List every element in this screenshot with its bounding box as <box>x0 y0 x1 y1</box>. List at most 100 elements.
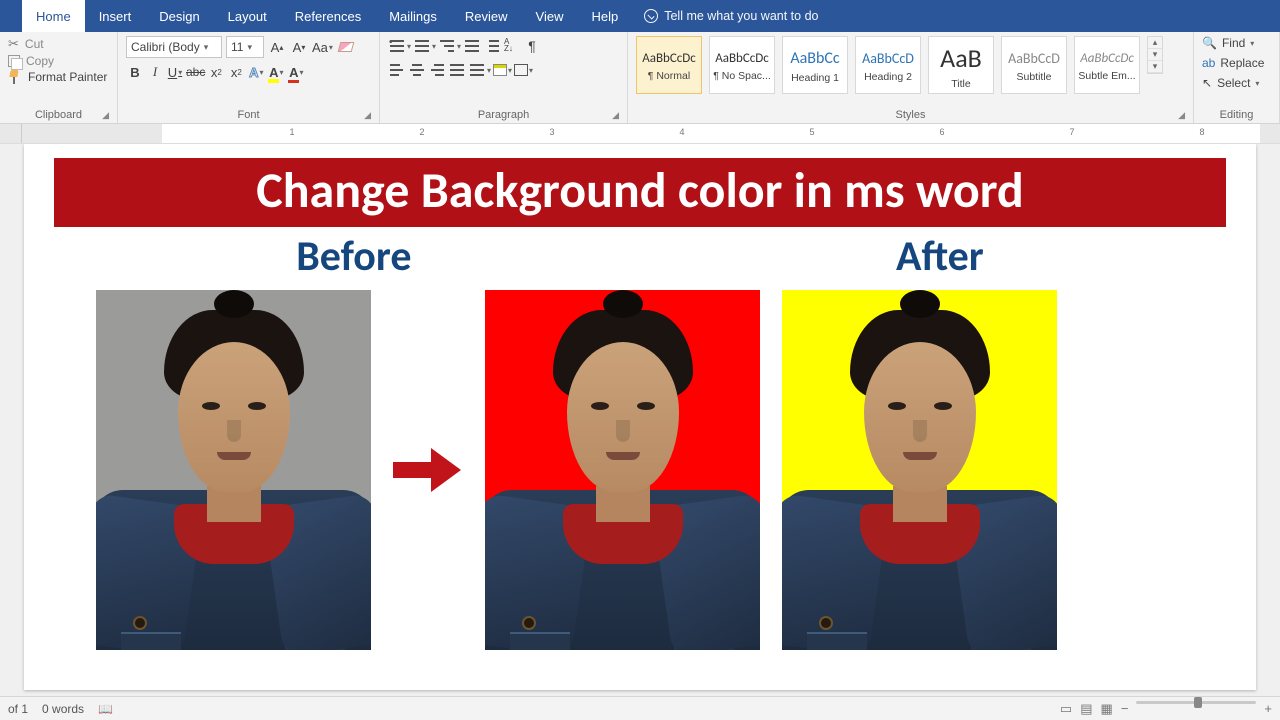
sort-icon <box>503 38 521 54</box>
bullets-icon <box>388 38 406 54</box>
align-center-button[interactable] <box>408 60 426 80</box>
format-painter-button[interactable]: Format Painter <box>8 70 107 84</box>
change-case-button[interactable]: Aa▾ <box>312 37 333 57</box>
page: Change Background color in ms word Befor… <box>24 144 1256 690</box>
grow-font-button[interactable]: A▴ <box>268 37 286 57</box>
tab-insert[interactable]: Insert <box>85 0 146 32</box>
horizontal-ruler[interactable]: 12345678 <box>0 124 1280 144</box>
tab-layout[interactable]: Layout <box>214 0 281 32</box>
style-card[interactable]: AaBbCcDSubtitle <box>1001 36 1067 94</box>
tab-help[interactable]: Help <box>577 0 632 32</box>
shading-button[interactable]: ▾ <box>493 60 512 80</box>
group-label: Editing <box>1202 107 1271 121</box>
align-left-icon <box>388 62 406 78</box>
bold-button[interactable]: B <box>126 62 144 82</box>
ribbon: ✂Cut Copy Format Painter Clipboard◢ Cali… <box>0 32 1280 124</box>
align-right-button[interactable] <box>428 60 446 80</box>
underline-button[interactable]: U▾ <box>166 62 184 82</box>
tab-review[interactable]: Review <box>451 0 522 32</box>
line-spacing-icon <box>468 62 486 78</box>
highlight-button[interactable]: A▾ <box>267 62 285 82</box>
style-card[interactable]: AaBbCcDHeading 2 <box>855 36 921 94</box>
decrease-indent-button[interactable] <box>463 36 481 56</box>
numbering-button[interactable]: ▾ <box>413 36 436 56</box>
page-indicator[interactable]: of 1 <box>8 702 28 716</box>
shrink-font-button[interactable]: A▾ <box>290 37 308 57</box>
tab-design[interactable]: Design <box>145 0 213 32</box>
align-left-button[interactable] <box>388 60 406 80</box>
paintbrush-icon <box>8 70 22 84</box>
clear-formatting-button[interactable] <box>337 37 355 57</box>
increase-indent-button[interactable] <box>483 36 501 56</box>
select-button[interactable]: ↖Select▾ <box>1202 76 1259 90</box>
style-card[interactable]: AaBbCcDc¶ No Spac... <box>709 36 775 94</box>
tell-me-search[interactable]: Tell me what you want to do <box>632 0 830 32</box>
replace-icon: ab <box>1202 56 1215 70</box>
cursor-icon: ↖ <box>1202 76 1212 90</box>
dialog-launcher-icon[interactable]: ◢ <box>1178 110 1185 121</box>
strikethrough-button[interactable]: abc <box>186 62 205 82</box>
outdent-icon <box>463 38 481 54</box>
tab-home[interactable]: Home <box>22 0 85 32</box>
styles-gallery[interactable]: AaBbCcDc¶ NormalAaBbCcDc¶ No Spac...AaBb… <box>636 36 1185 94</box>
group-label: Styles◢ <box>636 107 1185 121</box>
font-name-select[interactable]: Calibri (Body▾ <box>126 36 222 58</box>
justify-button[interactable] <box>448 60 466 80</box>
copy-icon <box>8 55 20 67</box>
replace-button[interactable]: abReplace <box>1202 56 1264 70</box>
document-viewport[interactable]: Change Background color in ms word Befor… <box>0 144 1280 696</box>
tab-view[interactable]: View <box>522 0 578 32</box>
dialog-launcher-icon[interactable]: ◢ <box>612 110 619 121</box>
photo-after-yellow <box>782 290 1057 650</box>
copy-button[interactable]: Copy <box>8 54 107 68</box>
style-card[interactable]: AaBbCcHeading 1 <box>782 36 848 94</box>
photo-after-red <box>485 290 760 650</box>
photo-before <box>96 290 371 650</box>
style-card[interactable]: AaBbCcDc¶ Normal <box>636 36 702 94</box>
word-count[interactable]: 0 words <box>42 702 84 716</box>
group-paragraph: ▾ ▾ ▾ ¶ ▾ ▾ ▾ Paragraph◢ <box>380 32 628 123</box>
style-card[interactable]: AaBbCcDcSubtle Em... <box>1074 36 1140 94</box>
view-buttons: ▭ ▤ ▦ − + <box>1060 701 1272 717</box>
line-spacing-button[interactable]: ▾ <box>468 60 491 80</box>
lightbulb-icon <box>644 9 658 23</box>
style-card[interactable]: AaBTitle <box>928 36 994 94</box>
subscript-button[interactable]: x2 <box>207 62 225 82</box>
tab-references[interactable]: References <box>281 0 375 32</box>
borders-button[interactable]: ▾ <box>514 60 533 80</box>
sort-button[interactable] <box>503 36 521 56</box>
spellcheck-icon[interactable]: 📖 <box>98 702 113 716</box>
align-right-icon <box>428 62 446 78</box>
web-layout-button[interactable]: ▦ <box>1101 701 1113 717</box>
bullets-button[interactable]: ▾ <box>388 36 411 56</box>
indent-icon <box>483 38 501 54</box>
multilevel-list-button[interactable]: ▾ <box>438 36 461 56</box>
dialog-launcher-icon[interactable]: ◢ <box>364 110 371 121</box>
superscript-button[interactable]: x2 <box>227 62 245 82</box>
text-effects-button[interactable]: A▾ <box>247 62 265 82</box>
font-size-select[interactable]: 11▾ <box>226 36 264 58</box>
zoom-slider[interactable] <box>1136 701 1256 704</box>
cut-button[interactable]: ✂Cut <box>8 36 107 52</box>
group-font: Calibri (Body▾ 11▾ A▴ A▾ Aa▾ B I U▾ abc … <box>118 32 380 123</box>
borders-icon <box>514 64 528 76</box>
zoom-in-button[interactable]: + <box>1264 701 1272 717</box>
scissors-icon: ✂ <box>8 36 19 52</box>
print-layout-button[interactable]: ▤ <box>1080 701 1092 717</box>
numbering-icon <box>413 38 431 54</box>
read-mode-button[interactable]: ▭ <box>1060 701 1072 717</box>
group-label: Font◢ <box>126 107 371 121</box>
arrow-icon <box>393 448 463 492</box>
find-button[interactable]: 🔍Find▾ <box>1202 36 1254 50</box>
zoom-out-button[interactable]: − <box>1121 701 1129 717</box>
tab-mailings[interactable]: Mailings <box>375 0 451 32</box>
tell-me-placeholder: Tell me what you want to do <box>664 9 818 23</box>
status-bar: of 1 0 words 📖 ▭ ▤ ▦ − + <box>0 696 1280 720</box>
group-label: Clipboard◢ <box>8 107 109 121</box>
banner-title: Change Background color in ms word <box>54 158 1226 227</box>
dialog-launcher-icon[interactable]: ◢ <box>102 110 109 121</box>
italic-button[interactable]: I <box>146 62 164 82</box>
font-color-button[interactable]: A▾ <box>287 62 305 82</box>
gallery-scroll[interactable]: ▴▾▾ <box>1147 36 1163 74</box>
show-marks-button[interactable]: ¶ <box>523 36 541 56</box>
